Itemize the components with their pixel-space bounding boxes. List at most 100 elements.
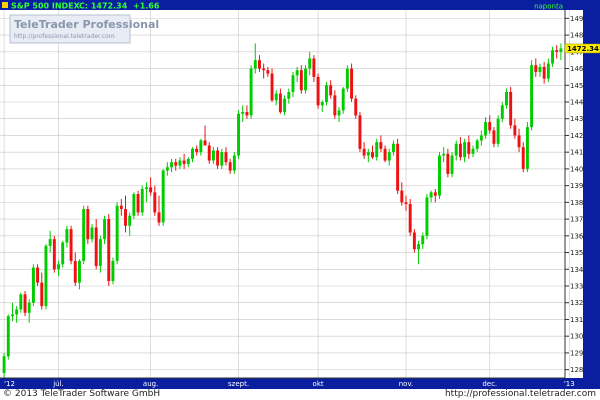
candle-body: [270, 73, 274, 101]
candle-up: [249, 65, 253, 119]
candle-body: [404, 202, 408, 205]
period-label: naponta: [534, 3, 563, 11]
candle-body: [371, 152, 374, 158]
candle-body: [345, 68, 349, 89]
candle-body: [253, 60, 257, 69]
candle-body: [291, 75, 295, 92]
candle-body: [203, 140, 207, 146]
candle-body: [546, 63, 550, 79]
candle-body: [186, 158, 190, 164]
candle-body: [308, 58, 312, 69]
candle-up: [61, 240, 65, 268]
candle-body: [262, 68, 266, 71]
candle-body: [458, 143, 462, 158]
candle-body: [178, 160, 182, 166]
candle-up: [237, 110, 241, 159]
candle-body: [274, 93, 278, 101]
series-color-marker: [2, 2, 8, 8]
candle-body: [492, 130, 496, 144]
candle-body: [467, 142, 471, 154]
candle-body: [27, 302, 31, 313]
price-chart[interactable]: S&P 500 INDEX C: 1472.34 +1.66 naponta T…: [0, 0, 600, 400]
candle-body: [396, 143, 400, 191]
candle-body: [48, 239, 52, 246]
candle-up: [324, 81, 328, 106]
candle-body: [517, 135, 521, 148]
candle-body: [19, 294, 23, 310]
plot-area: [0, 10, 565, 378]
candle-up: [341, 86, 345, 114]
candle-up: [525, 122, 529, 173]
candle-body: [11, 314, 14, 317]
candle-down: [69, 225, 73, 265]
candle-body: [500, 105, 504, 119]
candle-body: [73, 260, 77, 283]
x-tick-label: okt: [313, 380, 324, 388]
candle-body: [111, 260, 115, 281]
candle-body: [23, 294, 27, 313]
candle-down: [316, 73, 320, 109]
last-price-label: 1472.34: [567, 45, 599, 53]
candle-up: [82, 205, 86, 265]
candle-body: [144, 187, 148, 189]
candle-body: [525, 127, 529, 169]
candle-down: [509, 86, 513, 129]
candle-body: [463, 142, 467, 158]
candle-body: [216, 150, 220, 166]
candle-body: [425, 197, 429, 236]
candle-body: [366, 152, 370, 156]
candle-body: [362, 148, 366, 156]
candle-body: [538, 66, 542, 72]
x-tick-label: dec.: [482, 380, 497, 388]
footer: © 2013 TeleTrader Software GmbH http://p…: [0, 389, 600, 400]
x-tick-label: '13: [564, 380, 575, 388]
candle-body: [283, 98, 287, 113]
candle-up: [44, 244, 48, 310]
candle-down: [86, 205, 90, 245]
candle-body: [266, 70, 270, 74]
candle-body: [220, 152, 224, 166]
candle-body: [199, 140, 203, 153]
candle-body: [94, 227, 98, 266]
candle-down: [412, 229, 416, 253]
candle-body: [90, 227, 94, 240]
candle-up: [345, 65, 349, 92]
candle-down: [136, 190, 140, 216]
candle-body: [86, 209, 90, 240]
candle-body: [245, 112, 249, 116]
candle-body: [479, 135, 483, 141]
candle-body: [287, 91, 291, 99]
candle-body: [442, 153, 446, 156]
candle-down: [354, 95, 358, 119]
candle-body: [128, 215, 132, 226]
candle-up: [140, 185, 144, 216]
y-axis-bar: [583, 10, 600, 378]
candle-body: [341, 88, 345, 111]
candle-body: [237, 113, 241, 156]
candle-up: [6, 314, 10, 360]
candle-body: [534, 65, 538, 72]
candle-up: [115, 202, 119, 265]
candle-body: [174, 162, 178, 166]
footer-url-link[interactable]: http://professional.teletrader.com: [445, 389, 596, 399]
candle-body: [438, 155, 441, 196]
candle-down: [107, 214, 111, 286]
candle-down: [270, 68, 274, 102]
candle-body: [299, 70, 303, 91]
candle-body: [488, 122, 492, 131]
candle-body: [65, 229, 69, 243]
candle-body: [77, 260, 81, 283]
candle-body: [542, 66, 546, 79]
candle-body: [312, 58, 316, 77]
candle-body: [316, 76, 320, 106]
candle-body: [57, 264, 60, 270]
candle-down: [23, 291, 27, 317]
candle-up: [496, 115, 500, 148]
candle-down: [350, 63, 354, 102]
candle-body: [383, 148, 387, 161]
candle-body: [417, 244, 421, 250]
x-tick-label: nov.: [399, 380, 414, 388]
candle-body: [98, 239, 102, 266]
candle-body: [375, 142, 379, 158]
x-axis-bar: [0, 378, 600, 389]
